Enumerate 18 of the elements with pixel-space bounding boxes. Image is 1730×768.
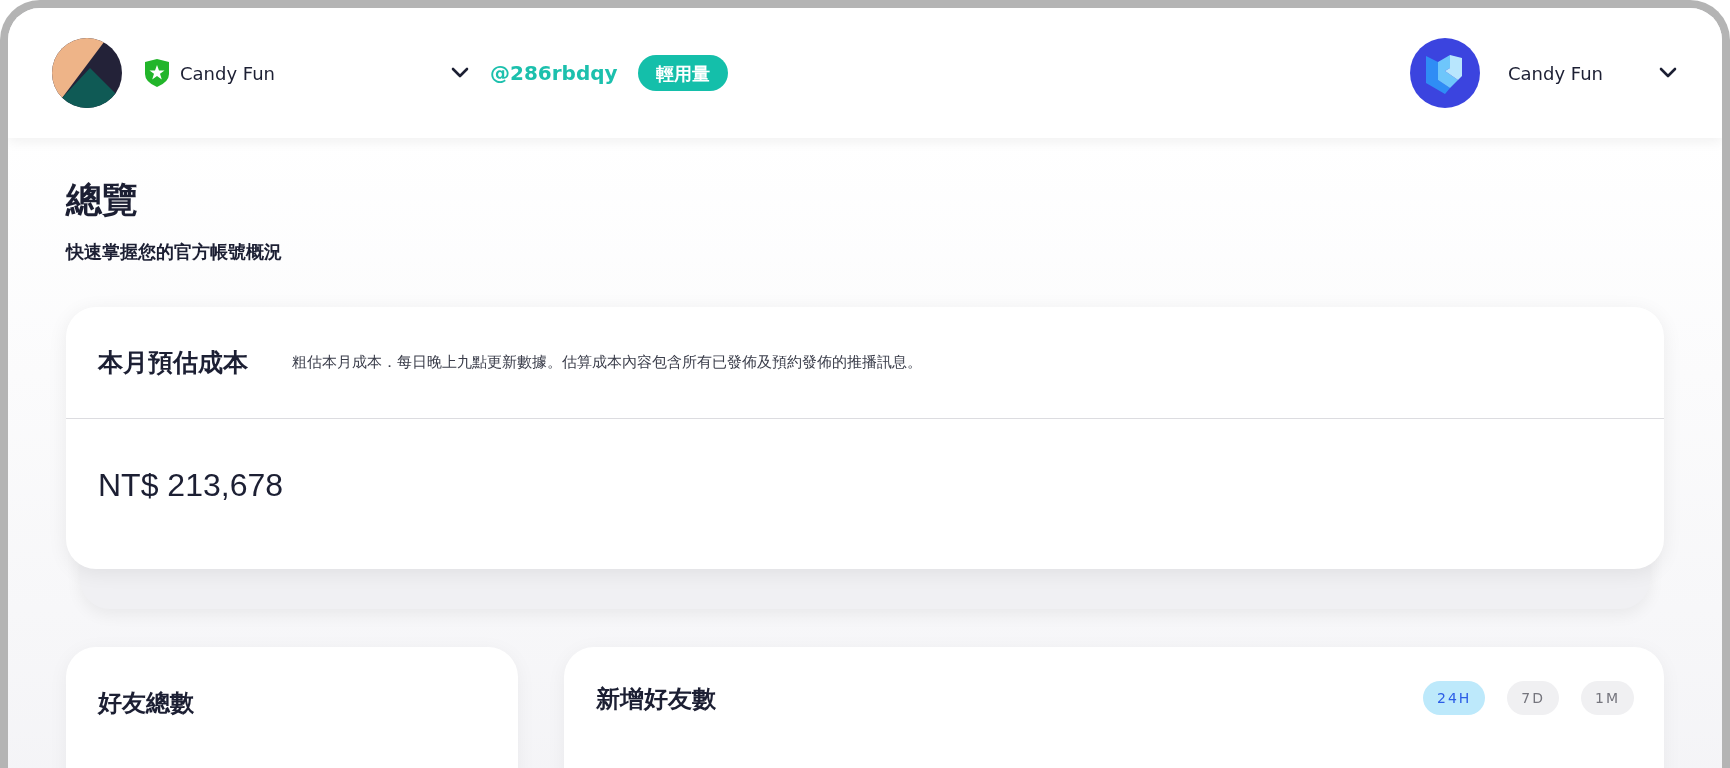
range-tab[interactable]: 24H (1422, 681, 1486, 715)
range-tab[interactable]: 1M (1581, 681, 1634, 715)
range-tab[interactable]: 7D (1507, 681, 1559, 715)
cost-title: 本月預估成本 (98, 346, 248, 379)
account-dropdown-chevron-icon[interactable] (450, 67, 470, 79)
new-friends-card-title: 新增好友數 (596, 684, 716, 715)
page-subtitle: 快速掌握您的官方帳號概況 (66, 240, 283, 264)
cost-description: 粗估本月成本．每日晚上九點更新數據。估算成本內容包含所有已發佈及預約發佈的推播訊息。 (292, 352, 922, 374)
friends-card-title: 好友總數 (98, 689, 194, 717)
page-title: 總覽 (66, 178, 139, 222)
cost-amount: NT$ 213,678 (98, 467, 283, 503)
user-name: Candy Fun (1508, 61, 1604, 86)
user-dropdown-chevron-icon[interactable] (1658, 67, 1678, 79)
account-name: Candy Fun (180, 61, 276, 86)
shield-logo-avatar[interactable] (1410, 38, 1480, 108)
plan-badge: 輕用量 (637, 55, 728, 91)
verified-shield-icon (144, 59, 170, 87)
account-id: @286rbdqy (490, 60, 618, 87)
